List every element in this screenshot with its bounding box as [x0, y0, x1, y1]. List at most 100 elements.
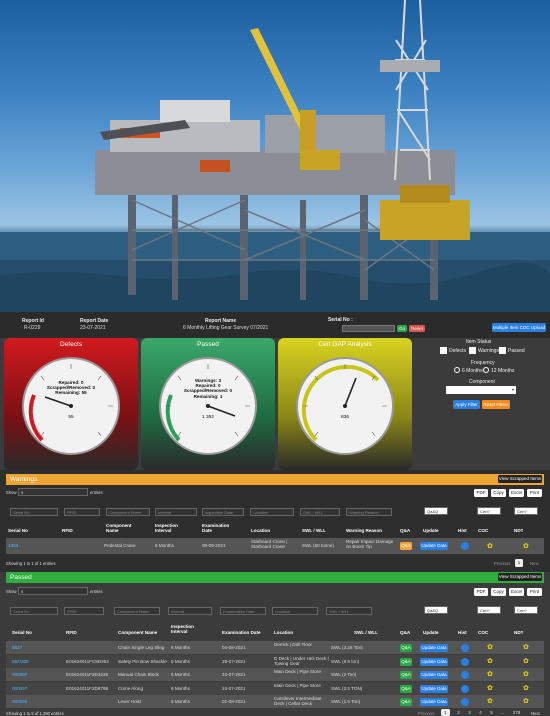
passed-row-update-button[interactable]: Update Data — [420, 671, 448, 679]
passed-page-3[interactable]: 3 — [465, 709, 474, 716]
passed-row-serial-link[interactable]: 06/0208 — [12, 659, 29, 664]
warnings-filter-rfid[interactable]: RFID — [64, 508, 100, 516]
history-icon[interactable] — [461, 671, 469, 679]
warnings-filter-location[interactable]: Location — [250, 508, 294, 516]
history-icon[interactable] — [461, 542, 469, 550]
passed-filter-qa-select[interactable]: Qa&Q — [424, 606, 448, 614]
reset-serial-button[interactable]: Reset — [409, 325, 425, 332]
warnings-col-interval[interactable]: Inspection Interval — [155, 523, 191, 533]
12-months-radio[interactable] — [483, 367, 489, 373]
passed-row-update-button[interactable]: Update Data — [420, 644, 448, 652]
history-icon[interactable] — [461, 657, 469, 666]
passed-page-1[interactable]: 1 — [441, 709, 450, 716]
passed-row-qa-button[interactable]: Q&A — [400, 698, 412, 706]
warnings-filter-qa-select[interactable]: Qa&Q — [424, 507, 448, 515]
passed-row-update-button[interactable]: Update Data — [420, 657, 448, 666]
passed-row-serial-link[interactable]: 000067 — [12, 672, 27, 677]
passed-pdf-button[interactable]: PDF — [474, 588, 488, 596]
component-select[interactable]: ▾ — [446, 386, 516, 394]
warnings-filter-date[interactable]: Inspection Date — [202, 508, 244, 516]
cert-ribbon-icon[interactable]: ✿ — [487, 657, 493, 665]
warnings-entries-select[interactable]: 5 — [18, 488, 88, 496]
passed-copy-button[interactable]: Copy — [491, 588, 506, 596]
warnings-filter-interval[interactable]: Interval — [155, 508, 197, 516]
history-icon[interactable] — [461, 698, 469, 706]
warnings-filter-component[interactable]: Component Name — [106, 508, 150, 516]
warnings-previous-button[interactable]: Previous — [494, 561, 510, 566]
passed-col-interval[interactable]: Inspection Interval — [171, 624, 207, 634]
passed-row-qa-button[interactable]: Q&A — [400, 671, 412, 679]
passed-row-update-button[interactable]: Update Data — [420, 698, 448, 706]
ndt-ribbon-icon[interactable]: ✿ — [523, 643, 529, 651]
apply-filter-button[interactable]: Apply Filter — [453, 400, 480, 409]
passed-page-2[interactable]: 2 — [454, 709, 463, 716]
passed-col-component[interactable]: Component Name — [118, 630, 157, 635]
6-months-radio[interactable] — [454, 367, 460, 373]
passed-filter-swl[interactable]: SWL / WLL — [326, 607, 372, 615]
passed-row-qa-button[interactable]: Q&A — [400, 657, 412, 666]
warnings-row-serial-link[interactable]: 1363 — [8, 543, 18, 548]
passed-row-qa-button[interactable]: Q&A — [400, 684, 412, 693]
warnings-col-component[interactable]: Component Name — [106, 523, 142, 533]
cert-ribbon-icon[interactable]: ✿ — [487, 684, 493, 692]
passed-page-278[interactable]: 278 — [512, 709, 521, 716]
cert-ribbon-icon[interactable]: ✿ — [487, 542, 493, 550]
warnings-col-swl[interactable]: SWL / WLL — [302, 528, 326, 533]
multiple-coc-upload-button[interactable]: Multiple Item COC Upload — [492, 323, 546, 332]
history-icon[interactable] — [461, 644, 469, 652]
passed-next-button[interactable]: Next — [531, 711, 540, 716]
warnings-excel-button[interactable]: Excel — [509, 489, 524, 497]
passed-row-update-button[interactable]: Update Data — [420, 684, 448, 693]
warnings-col-rfid[interactable]: RFID — [62, 528, 73, 533]
passed-col-serial[interactable]: Serial No — [12, 630, 32, 635]
passed-view-scrapped-button[interactable]: View Scrapped Items — [498, 573, 542, 581]
warnings-filter-serial[interactable]: Serial No — [10, 508, 58, 516]
passed-filter-interval[interactable]: Interval — [168, 607, 212, 615]
passed-filter-date[interactable]: Examination Date — [220, 607, 266, 615]
ndt-ribbon-icon[interactable]: ✿ — [523, 697, 529, 705]
passed-print-button[interactable]: Print — [527, 588, 542, 596]
warnings-filter-ndt-select[interactable]: Cert? — [514, 507, 538, 515]
passed-filter-rfid[interactable]: RFID — [64, 607, 104, 615]
passed-previous-button[interactable]: Previous — [418, 711, 434, 716]
passed-filter-location[interactable]: Location — [272, 607, 318, 615]
reset-filters-button[interactable]: Reset Filters — [482, 400, 510, 409]
passed-checkbox[interactable] — [499, 347, 506, 354]
warnings-filter-reason[interactable]: Warning Reason — [346, 508, 392, 516]
warnings-filter-coc-select[interactable]: Cert? — [477, 507, 501, 515]
warnings-pdf-button[interactable]: PDF — [474, 489, 488, 497]
passed-excel-button[interactable]: Excel — [509, 588, 524, 596]
passed-entries-select[interactable]: 5 — [18, 587, 88, 595]
defects-checkbox[interactable] — [440, 347, 447, 354]
warnings-col-location[interactable]: Location — [251, 528, 270, 533]
ndt-ribbon-icon[interactable]: ✿ — [523, 657, 529, 665]
passed-filter-ndt-select[interactable]: Cert? — [514, 606, 538, 614]
warnings-checkbox[interactable] — [469, 347, 476, 354]
warnings-col-date[interactable]: Examination Date — [202, 523, 238, 533]
passed-col-swl[interactable]: SWL / WLL — [354, 630, 378, 635]
warnings-next-button[interactable]: Next — [530, 561, 539, 566]
passed-row-serial-link[interactable]: 5627 — [12, 645, 22, 650]
cert-ribbon-icon[interactable]: ✿ — [487, 643, 493, 651]
cert-ribbon-icon[interactable]: ✿ — [487, 670, 493, 678]
passed-filter-coc-select[interactable]: Cert? — [477, 606, 501, 614]
ndt-ribbon-icon[interactable]: ✿ — [523, 670, 529, 678]
passed-col-date[interactable]: Examination Date — [222, 630, 261, 635]
passed-row-serial-link[interactable]: 000057 — [12, 686, 27, 691]
warnings-page-1[interactable]: 1 — [515, 559, 523, 567]
passed-col-location[interactable]: Location — [274, 630, 293, 635]
passed-page-4[interactable]: 4 — [476, 709, 485, 716]
passed-filter-serial[interactable]: Serial No — [10, 607, 58, 615]
warnings-row-qa-button[interactable]: Q&A — [400, 542, 412, 550]
passed-row-serial-link[interactable]: 000091 — [12, 699, 27, 704]
warnings-filter-swl[interactable]: SWL / WLL — [300, 508, 340, 516]
passed-page-5[interactable]: 5 — [487, 709, 496, 716]
history-icon[interactable] — [461, 684, 469, 693]
serial-input[interactable] — [342, 325, 395, 332]
ndt-ribbon-icon[interactable]: ✿ — [523, 542, 529, 550]
go-button[interactable]: Go — [397, 325, 407, 332]
warnings-copy-button[interactable]: Copy — [491, 489, 506, 497]
passed-col-rfid[interactable]: RFID — [66, 630, 77, 635]
ndt-ribbon-icon[interactable]: ✿ — [523, 684, 529, 692]
warnings-print-button[interactable]: Print — [527, 489, 542, 497]
